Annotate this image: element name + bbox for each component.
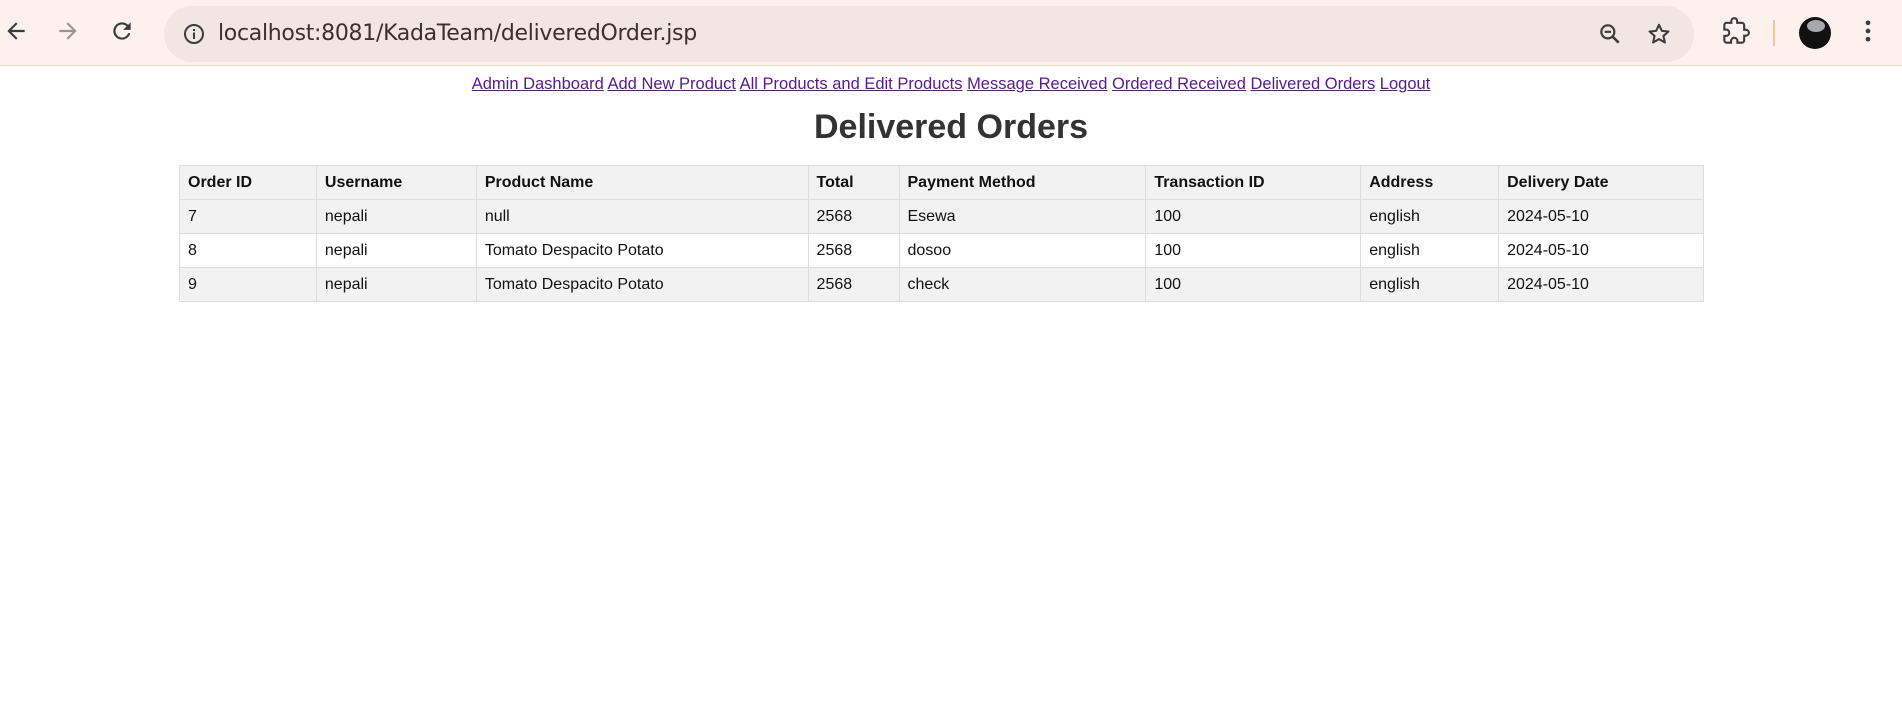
table-cell: 2024-05-10: [1498, 267, 1704, 302]
star-icon: [1648, 23, 1670, 44]
avatar[interactable]: [1799, 17, 1831, 49]
table-cell: nepali: [315, 267, 477, 302]
table-cell: 2568: [807, 267, 900, 302]
table-cell: Tomato Despacito Potato: [475, 233, 809, 268]
column-header: Address: [1360, 165, 1500, 200]
table-cell: nepali: [315, 199, 477, 234]
table-row: 7 nepali null 2568 Esewa 100 english 202…: [179, 199, 1704, 234]
column-header: Order ID: [179, 165, 317, 200]
extensions-icon: [1723, 17, 1750, 44]
browser-toolbar: localhost:8081/KadaTeam/deliveredOrder.j…: [0, 0, 1902, 66]
toolbar-separator: [1773, 20, 1775, 46]
table-cell: english: [1360, 267, 1500, 302]
back-button[interactable]: [0, 11, 36, 51]
table-cell: 2568: [807, 233, 900, 268]
nav-link-ordered-received[interactable]: Ordered Received: [1112, 75, 1246, 93]
table-cell: 9: [179, 267, 317, 302]
nav-link-add-new-product[interactable]: Add New Product: [608, 75, 736, 93]
delivered-orders-table: Order ID Username Product Name Total Pay…: [179, 165, 1704, 302]
page-title: Delivered Orders: [813, 108, 1089, 146]
site-info-icon: [184, 24, 204, 44]
column-header: Delivery Date: [1498, 165, 1704, 200]
site-info-button[interactable]: [174, 14, 214, 54]
table-cell: nepali: [315, 233, 477, 268]
table-cell: 2024-05-10: [1498, 233, 1704, 268]
column-header: Product Name: [475, 165, 809, 200]
back-icon: [7, 22, 25, 40]
zoom-icon: [1600, 24, 1620, 44]
column-header: Username: [315, 165, 477, 200]
admin-nav: Admin Dashboard Add New Product All Prod…: [0, 75, 1902, 94]
nav-link-delivered-orders[interactable]: Delivered Orders: [1250, 75, 1375, 93]
table-cell: 2024-05-10: [1498, 199, 1704, 234]
url-text[interactable]: localhost:8081/KadaTeam/deliveredOrder.j…: [218, 6, 697, 62]
table-cell: check: [898, 267, 1147, 302]
table-cell: dosoo: [898, 233, 1147, 268]
reload-icon: [113, 22, 131, 40]
address-bar[interactable]: localhost:8081/KadaTeam/deliveredOrder.j…: [164, 6, 1694, 62]
table-cell: Esewa: [898, 199, 1147, 234]
zoom-button[interactable]: [1590, 14, 1630, 54]
table-cell: null: [475, 199, 809, 234]
nav-link-all-products[interactable]: All Products and Edit Products: [740, 75, 963, 93]
menu-button[interactable]: [1848, 11, 1888, 51]
table-cell: 100: [1145, 233, 1362, 268]
table-row: 8 nepali Tomato Despacito Potato 2568 do…: [179, 233, 1704, 268]
bookmark-button[interactable]: [1639, 14, 1679, 54]
column-header: Total: [807, 165, 900, 200]
extensions-button[interactable]: [1716, 11, 1756, 51]
reload-button[interactable]: [102, 11, 142, 51]
column-header: Payment Method: [898, 165, 1147, 200]
table-cell: english: [1360, 199, 1500, 234]
table-cell: Tomato Despacito Potato: [475, 267, 809, 302]
column-header: Transaction ID: [1145, 165, 1362, 200]
nav-link-message-received[interactable]: Message Received: [967, 75, 1107, 93]
table-cell: 7: [179, 199, 317, 234]
nav-link-logout[interactable]: Logout: [1380, 75, 1430, 93]
table-header-row: Order ID Username Product Name Total Pay…: [179, 165, 1704, 200]
table-cell: 8: [179, 233, 317, 268]
table-cell: 2568: [807, 199, 900, 234]
table-row: 9 nepali Tomato Despacito Potato 2568 ch…: [179, 267, 1704, 302]
table-cell: english: [1360, 233, 1500, 268]
nav-link-admin-dashboard[interactable]: Admin Dashboard: [472, 75, 604, 93]
forward-button[interactable]: [48, 11, 88, 51]
table-cell: 100: [1145, 199, 1362, 234]
menu-kebab-icon: [1865, 20, 1871, 42]
forward-icon: [59, 22, 77, 40]
table-cell: 100: [1145, 267, 1362, 302]
